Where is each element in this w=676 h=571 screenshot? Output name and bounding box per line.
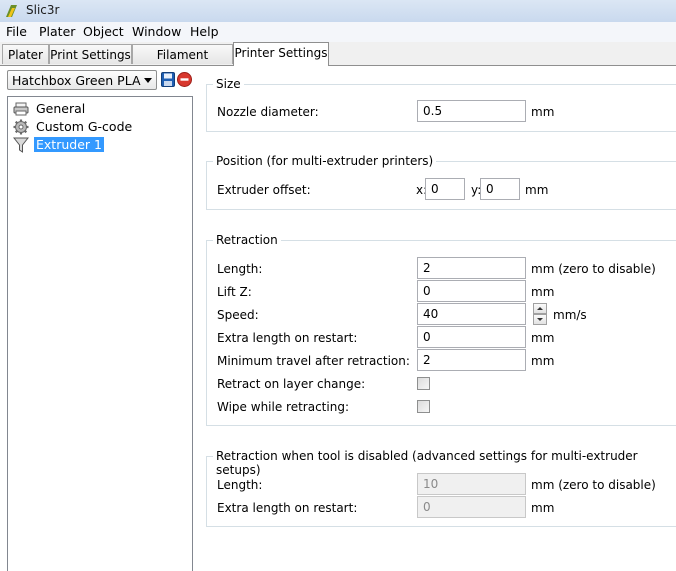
- nozzle-diameter-unit: mm: [531, 105, 555, 119]
- retract-speed-stepper[interactable]: [533, 303, 547, 325]
- retract-length-input[interactable]: 2: [417, 257, 526, 279]
- menu-plater[interactable]: Plater: [39, 24, 75, 39]
- toolchange-extra-unit: mm: [531, 501, 555, 515]
- group-size-title: Size: [213, 77, 244, 91]
- tab-filament-settings[interactable]: Filament Settings: [132, 44, 233, 82]
- preset-selected-value: Hatchbox Green PLA: [12, 73, 141, 88]
- cog-icon: [13, 119, 29, 135]
- nozzle-diameter-label: Nozzle diameter:: [217, 105, 319, 119]
- wipe-label: Wipe while retracting:: [217, 400, 349, 414]
- min-travel-input[interactable]: 2: [417, 349, 526, 371]
- settings-tree: General Custom G-code Extruder 1: [7, 96, 193, 571]
- offset-y-input[interactable]: 0: [480, 178, 520, 200]
- lift-z-unit: mm: [531, 285, 555, 299]
- lift-z-label: Lift Z:: [217, 285, 252, 299]
- tab-plater[interactable]: Plater: [2, 44, 49, 64]
- lift-z-input[interactable]: 0: [417, 280, 526, 302]
- delete-preset-icon[interactable]: [177, 72, 192, 87]
- toolchange-length-unit: mm (zero to disable): [531, 478, 656, 492]
- menu-file[interactable]: File: [6, 24, 27, 39]
- toolchange-length-input[interactable]: 10: [417, 473, 526, 495]
- menu-bar: File Plater Object Window Help: [0, 22, 676, 43]
- preset-dropdown[interactable]: Hatchbox Green PLA: [7, 70, 157, 90]
- tree-item-custom-gcode[interactable]: Custom G-code: [11, 118, 181, 136]
- tab-print-settings[interactable]: Print Settings: [49, 44, 132, 64]
- retract-layer-change-checkbox[interactable]: [417, 377, 430, 390]
- toolchange-extra-input[interactable]: 0: [417, 496, 526, 518]
- tree-item-general[interactable]: General: [11, 100, 181, 118]
- tree-item-label: Extruder 1: [34, 137, 104, 152]
- toolchange-extra-label: Extra length on restart:: [217, 501, 358, 515]
- extruder-offset-label: Extruder offset:: [217, 183, 311, 197]
- menu-help[interactable]: Help: [190, 24, 219, 39]
- slic3r-logo-icon: [6, 5, 17, 17]
- wipe-checkbox[interactable]: [417, 400, 430, 413]
- retract-layer-change-label: Retract on layer change:: [217, 377, 366, 391]
- offset-unit: mm: [525, 183, 549, 197]
- retract-speed-input[interactable]: 40: [417, 303, 526, 325]
- tree-item-extruder-1[interactable]: Extruder 1: [11, 136, 181, 154]
- window-title: Slic3r: [26, 3, 60, 17]
- tree-item-label: Custom G-code: [36, 119, 133, 134]
- min-travel-unit: mm: [531, 354, 555, 368]
- menu-object[interactable]: Object: [83, 24, 124, 39]
- menu-window[interactable]: Window: [132, 24, 181, 39]
- group-retraction-title: Retraction: [213, 233, 281, 247]
- offset-x-input[interactable]: 0: [425, 178, 465, 200]
- tree-item-label: General: [36, 101, 86, 116]
- printer-icon: [13, 102, 29, 116]
- title-bar: Slic3r: [0, 0, 676, 22]
- extra-length-unit: mm: [531, 331, 555, 345]
- nozzle-diameter-input[interactable]: 0.5: [417, 100, 526, 122]
- funnel-icon: [13, 137, 29, 153]
- save-preset-icon[interactable]: [161, 72, 175, 87]
- chevron-down-icon: [144, 78, 152, 83]
- retract-length-unit: mm (zero to disable): [531, 262, 656, 276]
- group-position-title: Position (for multi-extruder printers): [213, 154, 437, 168]
- extra-length-input[interactable]: 0: [417, 326, 526, 348]
- retract-speed-unit: mm/s: [553, 308, 587, 322]
- tab-printer-settings[interactable]: Printer Settings: [233, 42, 329, 66]
- spin-up-icon[interactable]: [533, 303, 547, 314]
- retract-speed-label: Speed:: [217, 308, 259, 322]
- min-travel-label: Minimum travel after retraction:: [217, 354, 410, 368]
- retract-length-label: Length:: [217, 262, 263, 276]
- toolchange-length-label: Length:: [217, 478, 263, 492]
- extra-length-label: Extra length on restart:: [217, 331, 358, 345]
- spin-down-icon[interactable]: [533, 314, 547, 325]
